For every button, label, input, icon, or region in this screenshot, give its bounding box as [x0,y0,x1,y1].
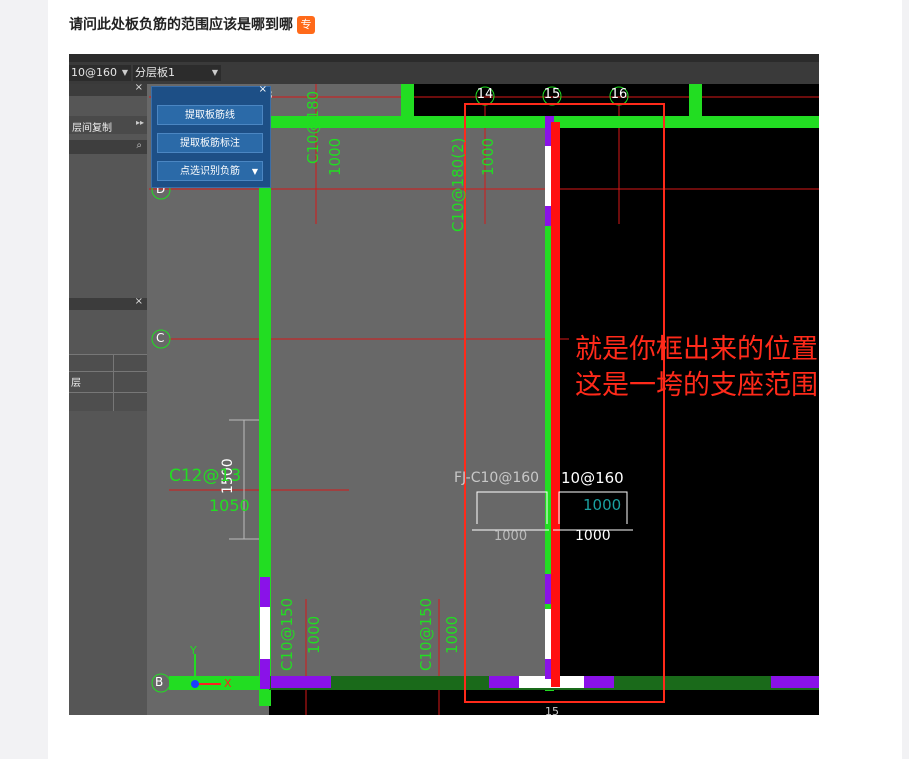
pane-header-top: × [69,82,147,96]
purple-seg-2 [260,659,270,689]
cad-text-10-160: 10@160 [561,469,624,487]
selected-support-line [551,122,560,687]
purple-seg-4 [489,676,519,688]
point-identify-neg-rebar-button[interactable]: 点选识别负筋 ▼ [157,161,263,181]
expand-arrow-icon: ▸▸ [135,118,144,127]
point-identify-label: 点选识别负筋 [180,166,240,177]
cad-text-1000-c: 1000 [583,496,622,514]
pane-table: 层 [69,354,147,411]
pane-row-label: 层 [71,378,81,389]
cad-text-c10-180: C10@180 [304,90,322,164]
cad-text-1000-e: 1000 [305,615,323,654]
question-text: 请问此处板负筋的范围应该是哪到哪 [69,17,293,33]
cad-text-c10-180-2: C10@180(2) [449,137,467,232]
purple-seg-5 [584,676,614,688]
ucs-label-x: X [224,677,232,690]
pane-copy-row[interactable]: 层间复制 ▸▸ [69,116,147,134]
grid-label-14: 14 [476,87,494,102]
layer-copy-label: 层间复制 [72,123,112,134]
grid-label-16: 16 [610,87,628,102]
purple-seg-3 [271,676,331,688]
annotation-line-2: 这是一垮的支座范围 [575,370,818,401]
rebar-identify-panel: × 提取板筋线 提取板筋标注 点选识别负筋 ▼ [151,84,271,188]
annotation-line-1: 就是你框出来的位置 [575,334,818,365]
question-title: 请问此处板负筋的范围应该是哪到哪专 [69,14,315,34]
beam-top-stub-2 [689,84,702,124]
close-icon[interactable]: × [135,82,143,93]
pane-table-divider [113,355,114,411]
purple-seg-1 [260,577,270,607]
cad-text-1000-d: 1000 [494,529,528,544]
search-icon[interactable]: ⌕ [136,140,142,151]
extract-rebar-line-button[interactable]: 提取板筋线 [157,105,263,125]
grid-label-15-bottom: 15 [545,705,559,715]
caret-down-icon[interactable]: ▼ [252,162,258,182]
cad-screenshot: 10@160 ▼ 分层板1 ▼ 14 15 16 15 D C B Y X C1… [69,54,819,715]
grid-label-15: 15 [543,87,561,102]
purple-seg-6 [771,676,819,688]
cad-text-1050: 1050 [209,496,250,515]
pro-badge: 专 [297,16,315,34]
pane-search-input[interactable]: ⌕ [69,140,147,154]
white-seg-1 [260,607,270,659]
cad-text-fj: FJ-C10@160 [454,470,540,486]
grid-label-c: C [156,331,165,345]
cad-text-1000-a: 1000 [326,137,344,176]
extract-rebar-mark-button[interactable]: 提取板筋标注 [157,133,263,153]
close-icon[interactable]: × [135,296,143,307]
cad-text-c12-13: C12@13 [169,466,242,486]
ucs-label-y: Y [190,644,197,657]
cad-text-1000-b: 1000 [479,137,497,176]
left-dock-pane: × 层间复制 ▸▸ ⌕ × 层 [69,82,147,715]
close-icon[interactable]: × [259,84,267,95]
cad-text-1000-f: 1000 [443,615,461,654]
grid-label-b: B [155,675,164,689]
cad-text-c10-150-b: C10@150 [417,597,435,671]
cad-text-c10-150-a: C10@150 [278,597,296,671]
pane-header-bottom: × [69,296,147,310]
cad-text-1000-g: 1000 [575,528,611,544]
beam-top-stub-1 [401,84,414,124]
beam-top [259,116,819,128]
pane-table-row[interactable]: 层 [69,371,147,393]
